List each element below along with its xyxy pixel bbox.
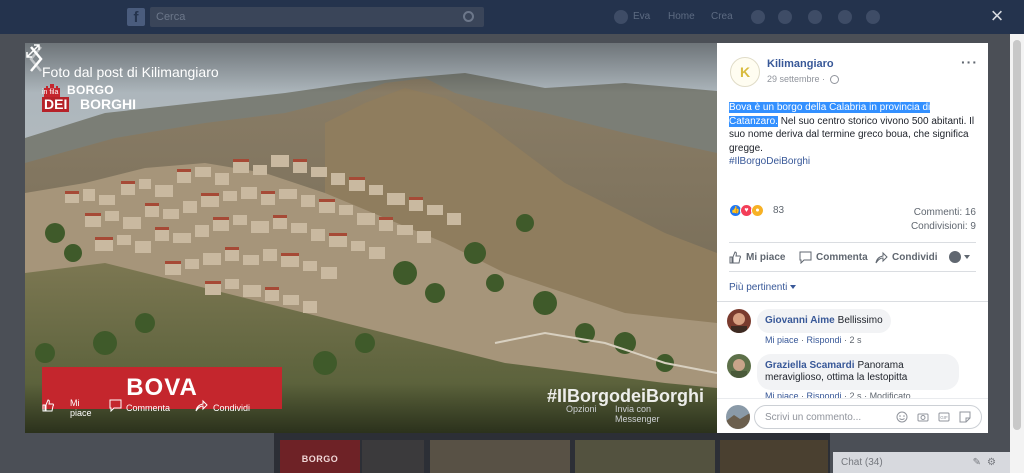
comment-button-label: Commenta — [816, 252, 868, 264]
friend-requests-icon[interactable] — [751, 10, 765, 24]
background-thumbnail — [430, 440, 570, 473]
chevron-down-icon — [790, 285, 797, 290]
more-options-icon[interactable]: ··· — [961, 54, 978, 70]
comment-author-link[interactable]: Graziella Scamardi — [765, 360, 855, 371]
post-stats: Commenti: 16 Condivisioni: 9 — [911, 206, 976, 234]
divider — [729, 271, 976, 272]
nav-create[interactable]: Crea — [711, 11, 733, 22]
comment-sort-dropdown[interactable]: Più pertinenti — [729, 282, 797, 293]
photo-like-button[interactable]: Mi piace — [70, 398, 92, 418]
nav-home[interactable]: Home — [668, 11, 695, 22]
share-button-label: Condividi — [892, 252, 938, 264]
commenter-photo-icon — [727, 354, 751, 378]
notifications-icon[interactable] — [808, 10, 822, 24]
scrollbar-thumb[interactable] — [1013, 40, 1021, 430]
comment-button[interactable]: Commenta — [799, 251, 868, 264]
search-placeholder: Cerca — [156, 11, 186, 23]
share-icon — [195, 399, 208, 412]
photo-comment-button[interactable]: Commenta — [126, 403, 170, 413]
logo-dei-text: DEI — [42, 96, 70, 112]
background-thumbnail-text: BORGO — [301, 454, 339, 464]
background-thumbnail — [362, 440, 424, 473]
comments-count-link[interactable]: Commenti: 16 — [911, 206, 976, 220]
comment-bubble: Graziella Scamardi Panorama meraviglioso,… — [757, 354, 959, 390]
like-button-label: Mi piace — [746, 252, 786, 264]
audience-avatar-icon[interactable] — [949, 251, 961, 263]
post-text: Bova è un borgo della Calabria in provin… — [729, 101, 981, 169]
background-thumbnail — [575, 440, 715, 473]
commenter-avatar[interactable] — [727, 309, 751, 333]
comment-sort-label: Più pertinenti — [729, 282, 788, 293]
svg-text:GIF: GIF — [940, 415, 948, 420]
sticker-icon[interactable] — [959, 411, 971, 423]
page-name-link[interactable]: Kilimangiaro — [767, 58, 834, 70]
globe-icon — [829, 75, 839, 85]
facebook-logo-icon[interactable]: f — [127, 8, 145, 26]
profile-avatar-icon[interactable] — [614, 10, 628, 24]
thumbs-up-icon — [729, 251, 741, 264]
background-thumbnail: BORGO — [280, 440, 360, 473]
comment-item: Giovanni Aime Bellissimo Mi piace · Rispo… — [727, 309, 977, 349]
current-user-avatar[interactable] — [726, 405, 750, 429]
logo-borgo-text: BORGO — [67, 83, 114, 97]
shares-count-link[interactable]: Condivisioni: 9 — [911, 220, 976, 234]
chat-settings-icons[interactable]: ✎⚙ — [973, 457, 1002, 468]
speech-bubble-icon — [799, 251, 812, 264]
user-photo-icon — [726, 405, 750, 429]
like-button[interactable]: Mi piace — [729, 251, 785, 264]
search-input[interactable]: Cerca — [150, 7, 484, 27]
chat-label: Chat (34) — [841, 457, 883, 468]
comment-reply-link[interactable]: Rispondi — [807, 335, 842, 345]
comment-author-link[interactable]: Giovanni Aime — [765, 315, 835, 326]
photo-share-button[interactable]: Condividi — [213, 403, 250, 413]
account-menu-icon[interactable] — [866, 10, 880, 24]
comment-icon — [109, 399, 122, 412]
facebook-topbar: f Cerca Eva Home Crea — [0, 0, 1024, 34]
search-icon[interactable] — [463, 11, 474, 22]
post-timestamp[interactable]: 29 settembre · — [767, 74, 839, 85]
comment-bubble: Giovanni Aime Bellissimo — [757, 309, 891, 333]
share-button[interactable]: Condividi — [875, 251, 938, 264]
chevron-down-icon[interactable] — [964, 255, 970, 259]
like-icon — [42, 399, 54, 412]
comment-item: Graziella Scamardi Panorama meraviglioso,… — [727, 354, 977, 401]
nav-profile-name[interactable]: Eva — [633, 11, 650, 22]
commenter-avatar[interactable] — [727, 354, 751, 378]
comment-meta: Mi piace · Rispondi · 2 s — [765, 335, 862, 345]
comment-like-link[interactable]: Mi piace — [765, 335, 799, 345]
logo-borghi-text: BORGHI — [80, 96, 136, 112]
logo-small-text: in fila — [42, 89, 59, 96]
camera-icon[interactable] — [917, 411, 929, 423]
emoji-icon[interactable] — [896, 411, 908, 423]
share-arrow-icon — [875, 251, 888, 264]
photo-title: Foto dal post di Kilimangiaro — [42, 64, 219, 80]
divider — [717, 301, 988, 302]
divider — [729, 242, 976, 243]
help-icon[interactable] — [838, 10, 852, 24]
comment-text: Bellissimo — [837, 315, 883, 326]
photo-viewer-modal: Foto dal post di Kilimangiaro in fila BO… — [25, 43, 988, 433]
next-photo-icon[interactable] — [25, 43, 47, 75]
comment-composer: Scrivi un commento... GIF — [717, 398, 988, 433]
post-action-row: Mi piace Commenta Condividi — [729, 248, 976, 268]
background-thumbnail — [720, 440, 828, 473]
commenter-photo-icon — [727, 309, 751, 333]
send-messenger-button[interactable]: Invia con Messenger — [615, 404, 660, 424]
post-side-panel: K Kilimangiaro 29 settembre · ··· Bova è… — [717, 43, 988, 433]
comment-time[interactable]: 2 s — [850, 335, 862, 345]
photo-area[interactable]: Foto dal post di Kilimangiaro in fila BO… — [25, 43, 717, 433]
reaction-count: 83 — [773, 205, 785, 216]
page-avatar[interactable]: K — [730, 57, 760, 87]
post-hashtag-link[interactable]: #IlBorgoDeiBorghi — [729, 156, 810, 167]
close-viewer-button[interactable]: × — [985, 4, 1009, 28]
gif-icon[interactable]: GIF — [938, 411, 950, 423]
photo-options-button[interactable]: Opzioni — [566, 404, 597, 414]
borgo-dei-borghi-logo: in fila BORGO DEI BORGHI — [42, 83, 136, 113]
messenger-icon[interactable] — [778, 10, 792, 24]
post-date-text: 29 settembre · — [767, 74, 828, 84]
wow-reaction-icon: ● — [751, 204, 764, 217]
chat-bar[interactable]: Chat (34) ✎⚙ — [833, 452, 1010, 473]
